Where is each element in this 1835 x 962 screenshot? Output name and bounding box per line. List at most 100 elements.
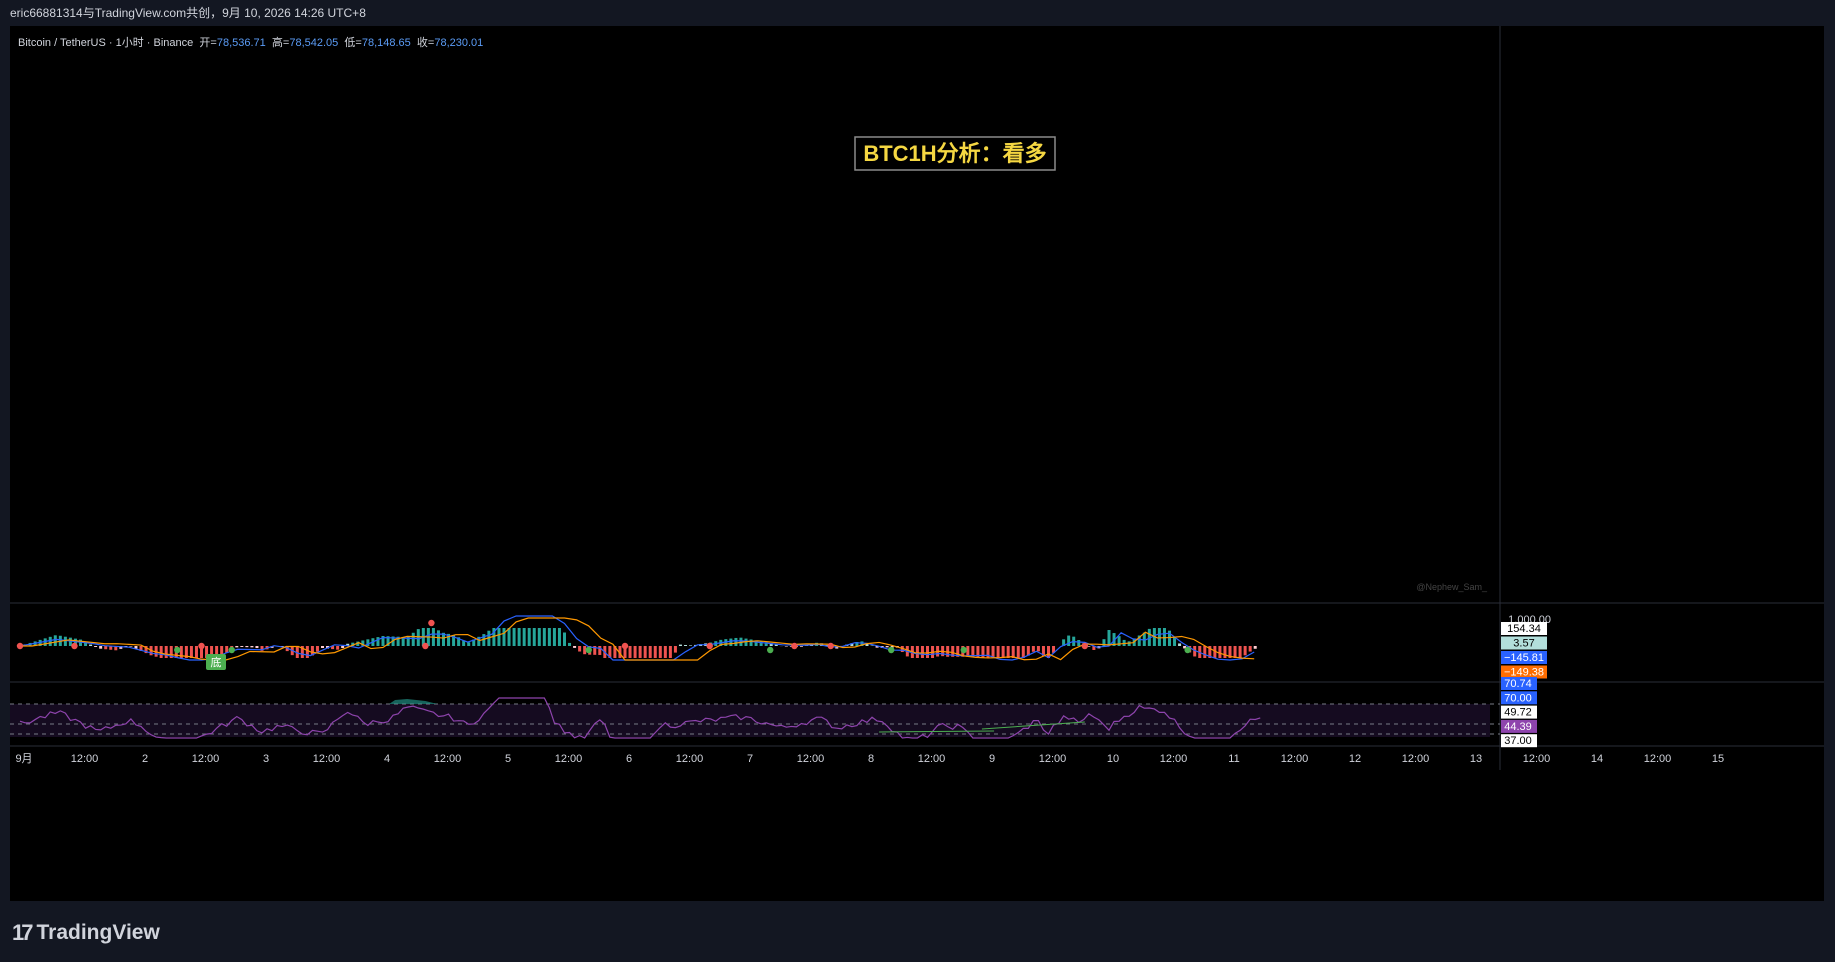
price-chart[interactable]: 82,800.0082,400.0082,000.0081,600.0081,2… [0,0,1835,962]
macd-histogram-bar [321,646,324,648]
time-tick-label: 4 [384,753,390,765]
low-label: 低= [344,37,362,49]
macd-histogram-bar [547,628,551,646]
macd-cross-dot [621,642,629,650]
time-tick-label: 12:00 [676,753,704,765]
macd-histogram-bar [996,646,1000,658]
macd-histogram-bar [68,637,72,646]
watermark-text: @Nephew_Sam_ [1416,582,1488,592]
time-tick-label: 12:00 [555,753,583,765]
macd-histogram-bar [542,628,546,646]
time-tick-label: 11 [1228,753,1239,765]
macd-histogram-bar [53,635,57,646]
macd-histogram-bar [1162,628,1166,646]
symbol-name: Bitcoin / TetherUS · 1小时 · Binance [18,37,194,49]
macd-histogram-bar [517,628,521,646]
time-tick-label: 6 [626,753,632,765]
time-tick-label: 12:00 [434,753,462,765]
macd-histogram-bar [341,646,345,648]
macd-histogram-bar [663,646,667,658]
macd-histogram-bar [1223,646,1227,658]
time-tick-label: 12:00 [1644,753,1672,765]
macd-histogram-bar [416,629,420,646]
macd-histogram-bar [159,646,163,658]
macd-histogram-bar [164,646,168,658]
macd-cross-dot [706,642,713,650]
time-tick-label: 12:00 [313,753,341,765]
macd-cross-dot [888,646,895,654]
macd-histogram-bar [784,646,788,647]
macd-histogram-bar [885,646,889,648]
time-tick-label: 9 [989,753,995,765]
macd-histogram-bar [376,637,380,646]
low-value: 78,148.65 [361,37,411,49]
macd-histogram-bar [48,636,52,646]
macd-histogram-bar [578,646,582,652]
macd-histogram-bar [1178,643,1182,646]
macd-cross-dot [174,646,181,654]
macd-histogram-bar [920,646,924,658]
macd-histogram-bar [734,637,738,646]
macd-histogram-bar [1006,646,1010,658]
rsi-value-label: 70.00 [1504,692,1532,704]
macd-histogram-bar [915,646,919,658]
macd-histogram-bar [573,646,577,648]
macd-histogram-bar [336,646,340,650]
macd-histogram-bar [689,645,693,646]
macd-histogram-bar [255,646,259,649]
symbol-legend[interactable]: Bitcoin / TetherUS · 1小时 · Binance 开=78,… [18,34,483,50]
macd-histogram-bar [653,646,657,658]
tradingview-logo-text: TradingView [36,921,160,944]
macd-histogram-bar [971,646,975,657]
time-tick-label: 12:00 [1039,753,1067,765]
tradingview-mark-icon: 17 [12,920,34,945]
macd-histogram-bar [1016,646,1020,658]
time-tick-label: 12:00 [1402,753,1430,765]
macd-pane [16,615,1257,661]
macd-histogram-bar [552,628,556,646]
macd-histogram-bar [1031,646,1035,652]
time-tick-label: 10 [1107,753,1119,765]
macd-histogram-bar [522,628,526,646]
macd-histogram-bar [502,628,506,646]
macd-histogram-bar [684,645,687,646]
macd-histogram-bar [598,646,602,655]
macd-histogram-bar [1218,646,1222,658]
macd-histogram-bar [1077,640,1081,646]
macd-histogram-bar [1107,630,1111,646]
macd-histogram-bar [673,646,677,653]
macd-histogram-bar [1001,646,1005,658]
macd-histogram-bar [99,646,103,649]
macd-cross-dot [428,619,435,627]
macd-value-label: −149.38 [1504,667,1544,679]
macd-histogram-bar [1248,646,1252,652]
high-label: 高= [271,37,290,49]
macd-cross-dot [1184,646,1191,654]
macd-histogram-bar [668,646,672,658]
time-tick-label: 12:00 [1523,753,1551,765]
macd-histogram-bar [638,646,642,658]
macd-histogram-bar [250,646,254,648]
close-label: 收= [416,37,435,49]
macd-histogram-bar [1067,635,1071,646]
time-tick-label: 12:00 [797,753,825,765]
time-tick-label: 8 [868,753,874,765]
macd-histogram-bar [240,646,244,647]
time-tick-label: 12:00 [918,753,946,765]
time-tick-label: 13 [1470,753,1482,765]
macd-histogram-bar [563,632,566,646]
macd-cross-dot [585,646,592,654]
rsi-overbought-fill [389,699,438,704]
macd-histogram-bar [749,639,753,646]
macd-histogram-bar [1253,646,1257,649]
macd-cross-dot [16,642,24,650]
macd-value-label: −145.81 [1504,652,1544,664]
macd-value-label: 3.57 [1513,638,1534,650]
macd-histogram-bar [799,646,803,647]
macd-histogram-bar [658,646,662,658]
tradingview-logo[interactable]: 17 TradingView [12,920,160,946]
macd-histogram-bar [1021,646,1025,658]
macd-histogram-bar [315,646,319,652]
macd-cross-dot [767,646,774,654]
macd-histogram-bar [104,646,108,650]
